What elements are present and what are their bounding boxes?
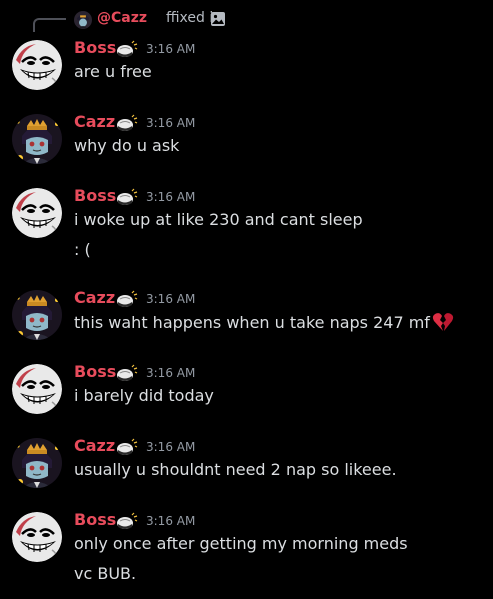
message-author[interactable]: Cazz <box>74 288 115 307</box>
reply-author[interactable]: @Cazz <box>97 10 147 26</box>
message-timestamp[interactable]: 3:16 AM <box>146 190 195 204</box>
message-author[interactable]: Boss <box>74 362 116 381</box>
reply-connector-line <box>33 18 66 32</box>
message-text: usually u shouldnt need 2 nap so likeee. <box>74 460 397 479</box>
rice-ball-icon <box>116 512 138 530</box>
message-author[interactable]: Boss <box>74 186 116 205</box>
message-text: vc BUB. <box>74 564 136 583</box>
message-text: i woke up at like 230 and cant sleep <box>74 210 363 229</box>
troll-face-avatar[interactable] <box>12 40 62 90</box>
message-text: are u free <box>74 62 152 81</box>
message-text: only once after getting my morning meds <box>74 534 408 553</box>
message-timestamp[interactable]: 3:16 AM <box>146 514 195 528</box>
message-timestamp[interactable]: 3:16 AM <box>146 42 195 56</box>
message-text-content: i barely did today <box>74 386 214 405</box>
anime-character-avatar[interactable] <box>12 114 62 164</box>
rice-ball-icon <box>116 114 138 132</box>
message-author[interactable]: Cazz <box>74 112 115 131</box>
message-text-content: are u free <box>74 62 152 81</box>
rice-ball-icon <box>116 364 138 382</box>
reply-reference[interactable]: @Cazz ffixed it <box>0 0 493 34</box>
message-text-content: this waht happens when u take naps 247 m… <box>74 313 430 332</box>
troll-face-avatar[interactable] <box>12 188 62 238</box>
message-text-content: vc BUB. <box>74 564 137 583</box>
message-text: this waht happens when u take naps 247 m… <box>74 312 454 332</box>
message-text-content: only once after getting my morning meds <box>74 534 408 553</box>
reply-avatar[interactable] <box>74 11 92 29</box>
message-author[interactable]: Boss <box>74 510 116 529</box>
message-text: : ( <box>74 240 91 259</box>
message-author[interactable]: Boss <box>74 38 116 57</box>
message-author[interactable]: Cazz <box>74 436 115 455</box>
rice-ball-icon <box>116 290 138 308</box>
message-text: i barely did today <box>74 386 214 405</box>
message-text-content: why do u ask <box>74 136 180 155</box>
broken-heart-icon[interactable] <box>432 312 454 332</box>
image-icon <box>211 12 225 26</box>
anime-character-avatar[interactable] <box>12 290 62 340</box>
message-text-content: : ( <box>74 240 91 259</box>
rice-ball-icon <box>116 438 138 456</box>
rice-ball-icon <box>116 188 138 206</box>
message-text: why do u ask <box>74 136 179 155</box>
message-timestamp[interactable]: 3:16 AM <box>146 366 195 380</box>
anime-character-avatar[interactable] <box>12 438 62 488</box>
message-text-content: usually u shouldnt need 2 nap so likeee. <box>74 460 397 479</box>
troll-face-avatar[interactable] <box>12 512 62 562</box>
rice-ball-icon <box>116 40 138 58</box>
message-timestamp[interactable]: 3:16 AM <box>146 116 195 130</box>
message-timestamp[interactable]: 3:16 AM <box>146 292 195 306</box>
troll-face-avatar[interactable] <box>12 364 62 414</box>
message-timestamp[interactable]: 3:16 AM <box>146 440 195 454</box>
message-text-content: i woke up at like 230 and cant sleep <box>74 210 363 229</box>
